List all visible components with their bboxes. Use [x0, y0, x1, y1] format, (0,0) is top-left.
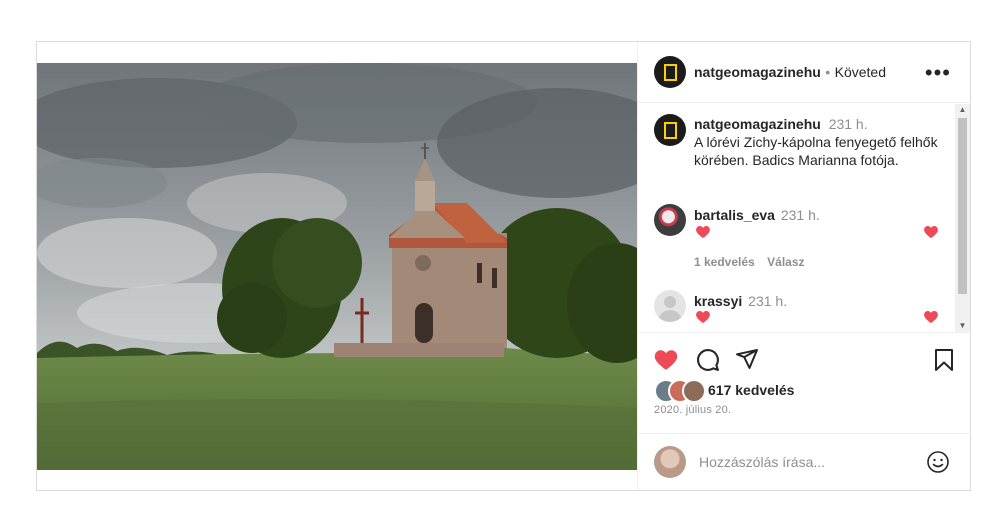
caption-line-1: A lórévi Zichy-kápolna fenyegető felhők [694, 134, 938, 150]
post-card: natgeomagazinehu • Követed ••• natgeomag… [36, 41, 971, 491]
actions-divider [638, 332, 971, 334]
comments-scrollbar[interactable]: ▲ ▼ [955, 104, 970, 332]
caption-username[interactable]: natgeomagazinehu [694, 116, 821, 132]
scroll-down-arrow-icon[interactable]: ▼ [955, 320, 970, 332]
like-heart-icon[interactable] [653, 347, 679, 373]
header-user-line: natgeomagazinehu • Követed [694, 64, 886, 82]
caption-avatar[interactable] [654, 114, 686, 146]
liker-avatar [682, 379, 706, 403]
emoji-icon[interactable] [926, 450, 950, 474]
save-bookmark-icon[interactable] [934, 348, 954, 372]
likes-count[interactable]: 617 kedvelés [708, 382, 794, 398]
heart-filled-icon [696, 311, 710, 323]
current-user-avatar[interactable] [654, 446, 686, 478]
comment-input[interactable]: Hozzászólás írása... [699, 454, 825, 470]
comments-list[interactable]: natgeomagazinehu 231 h. A lórévi Zichy-k… [638, 104, 971, 332]
reply-button[interactable]: Válasz [767, 255, 804, 269]
natgeo-avatar[interactable] [654, 56, 686, 88]
natgeo-logo-icon [663, 63, 677, 81]
follow-status[interactable]: Követed [835, 64, 886, 80]
add-comment-bar: Hozzászólás írása... [638, 433, 971, 490]
post-photo [37, 63, 637, 470]
comment-like-icon[interactable] [923, 309, 939, 325]
comment-username[interactable]: krassyi [694, 293, 742, 309]
heart-filled-icon [696, 226, 710, 238]
scroll-thumb[interactable] [958, 118, 967, 294]
comment-icon[interactable] [695, 347, 720, 372]
post-header: natgeomagazinehu • Követed ••• [638, 42, 971, 103]
scroll-up-arrow-icon[interactable]: ▲ [955, 104, 970, 116]
more-options-icon[interactable]: ••• [925, 60, 951, 86]
post-sidebar: natgeomagazinehu • Követed ••• natgeomag… [637, 42, 971, 490]
comment-like-icon[interactable] [923, 224, 939, 240]
comment-time[interactable]: 231 h. [781, 207, 820, 223]
bartalis-eva-avatar[interactable] [654, 204, 686, 236]
caption-line-2: körében. Badics Marianna fotója. [694, 152, 899, 168]
caption: natgeomagazinehu 231 h. A lórévi Zichy-k… [694, 115, 954, 169]
share-icon[interactable] [735, 347, 759, 371]
post-media[interactable] [37, 42, 637, 490]
krassyi-avatar[interactable] [654, 290, 686, 322]
header-username[interactable]: natgeomagazinehu [694, 64, 821, 80]
post-date[interactable]: 2020. július 20. [654, 404, 731, 416]
comment-time[interactable]: 231 h. [748, 293, 787, 309]
header-separator: • [825, 64, 831, 80]
comment-username[interactable]: bartalis_eva [694, 207, 775, 223]
natgeo-logo-icon [663, 121, 677, 139]
comment-like-count[interactable]: 1 kedvelés [694, 255, 755, 269]
caption-time[interactable]: 231 h. [829, 116, 868, 132]
